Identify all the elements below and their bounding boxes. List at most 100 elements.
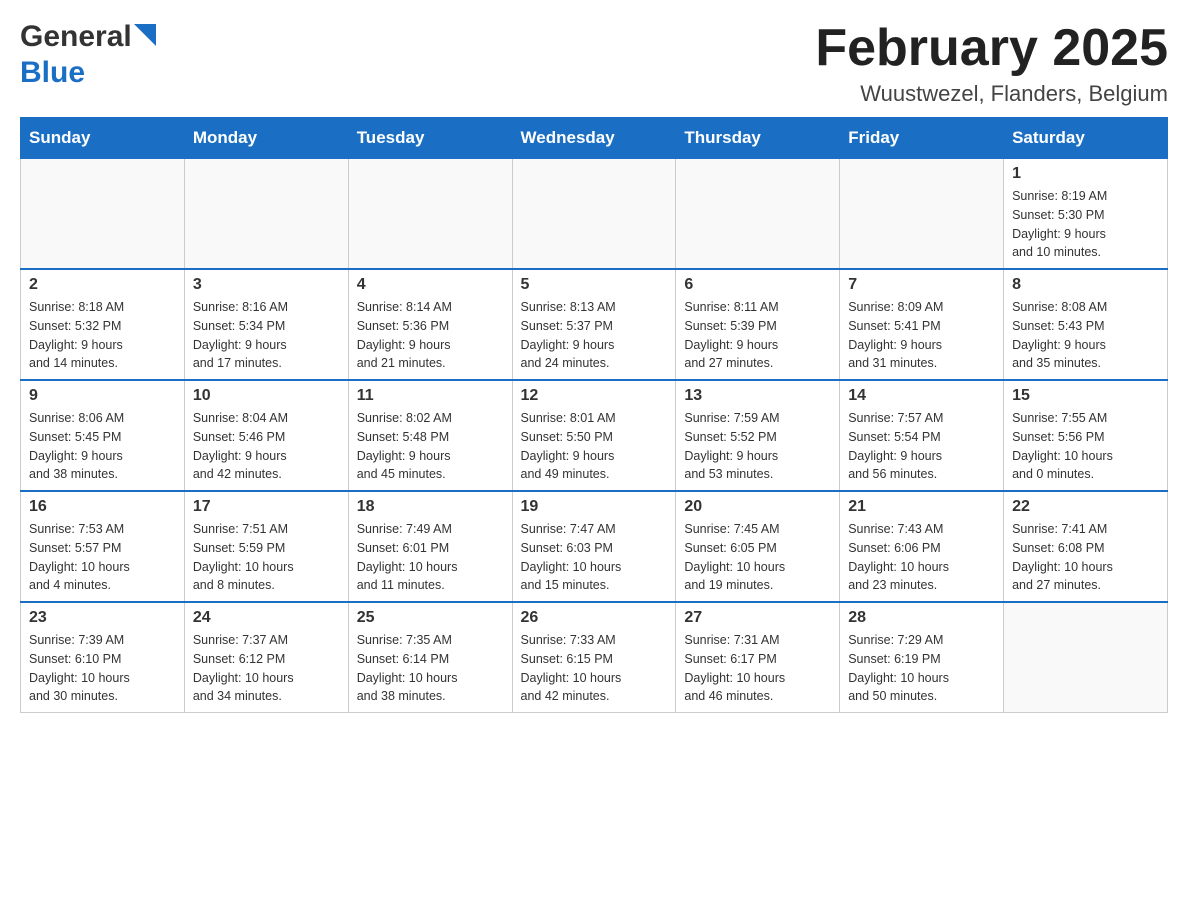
logo: General Blue (20, 20, 156, 90)
day-info: Sunrise: 8:18 AMSunset: 5:32 PMDaylight:… (29, 298, 176, 373)
calendar-day (1004, 602, 1168, 713)
day-number: 21 (848, 498, 995, 516)
calendar-week-row: 9 Sunrise: 8:06 AMSunset: 5:45 PMDaylight… (21, 380, 1168, 491)
day-info: Sunrise: 8:14 AMSunset: 5:36 PMDaylight:… (357, 298, 504, 373)
day-number: 25 (357, 609, 504, 627)
calendar-day: 23 Sunrise: 7:39 AMSunset: 6:10 PMDayligh… (21, 602, 185, 713)
calendar-day: 19 Sunrise: 7:47 AMSunset: 6:03 PMDayligh… (512, 491, 676, 602)
calendar-day: 27Sunrise: 7:31 AMSunset: 6:17 PMDayligh… (676, 602, 840, 713)
day-number: 12 (521, 387, 668, 405)
day-info: Sunrise: 8:02 AMSunset: 5:48 PMDaylight:… (357, 409, 504, 484)
day-info: Sunrise: 7:51 AMSunset: 5:59 PMDaylight:… (193, 520, 340, 595)
day-info: Sunrise: 7:29 AMSunset: 6:19 PMDaylight:… (848, 631, 995, 706)
calendar-header-tuesday: Tuesday (348, 118, 512, 159)
day-number: 2 (29, 276, 176, 294)
day-number: 3 (193, 276, 340, 294)
calendar-day: 22 Sunrise: 7:41 AMSunset: 6:08 PMDayligh… (1004, 491, 1168, 602)
calendar-day: 16 Sunrise: 7:53 AMSunset: 5:57 PMDayligh… (21, 491, 185, 602)
calendar-day (184, 159, 348, 270)
day-number: 26 (521, 609, 668, 627)
day-number: 10 (193, 387, 340, 405)
day-info: Sunrise: 8:19 AMSunset: 5:30 PMDaylight:… (1012, 187, 1159, 262)
day-number: 23 (29, 609, 176, 627)
day-info: Sunrise: 7:41 AMSunset: 6:08 PMDaylight:… (1012, 520, 1159, 595)
calendar-day: 24 Sunrise: 7:37 AMSunset: 6:12 PMDayligh… (184, 602, 348, 713)
day-number: 7 (848, 276, 995, 294)
calendar-day (348, 159, 512, 270)
calendar-day: 18 Sunrise: 7:49 AMSunset: 6:01 PMDayligh… (348, 491, 512, 602)
calendar-day: 4Sunrise: 8:14 AMSunset: 5:36 PMDaylight… (348, 269, 512, 380)
day-info: Sunrise: 7:49 AMSunset: 6:01 PMDaylight:… (357, 520, 504, 595)
day-info: Sunrise: 8:06 AMSunset: 5:45 PMDaylight:… (29, 409, 176, 484)
calendar-day: 8Sunrise: 8:08 AMSunset: 5:43 PMDaylight… (1004, 269, 1168, 380)
calendar-day: 2 Sunrise: 8:18 AMSunset: 5:32 PMDaylight… (21, 269, 185, 380)
day-info: Sunrise: 8:04 AMSunset: 5:46 PMDaylight:… (193, 409, 340, 484)
day-info: Sunrise: 7:43 AMSunset: 6:06 PMDaylight:… (848, 520, 995, 595)
day-number: 17 (193, 498, 340, 516)
calendar-day: 14 Sunrise: 7:57 AMSunset: 5:54 PMDayligh… (840, 380, 1004, 491)
calendar-day: 21 Sunrise: 7:43 AMSunset: 6:06 PMDayligh… (840, 491, 1004, 602)
calendar-day: 5Sunrise: 8:13 AMSunset: 5:37 PMDaylight… (512, 269, 676, 380)
day-number: 22 (1012, 498, 1159, 516)
calendar-day: 20 Sunrise: 7:45 AMSunset: 6:05 PMDayligh… (676, 491, 840, 602)
calendar-day (21, 159, 185, 270)
calendar-day (512, 159, 676, 270)
day-info: Sunrise: 8:09 AMSunset: 5:41 PMDaylight:… (848, 298, 995, 373)
calendar-header-sunday: Sunday (21, 118, 185, 159)
page-header: General Blue February 2025 Wuustwezel, F… (20, 20, 1168, 107)
day-number: 15 (1012, 387, 1159, 405)
day-number: 19 (521, 498, 668, 516)
day-info: Sunrise: 8:01 AMSunset: 5:50 PMDaylight:… (521, 409, 668, 484)
day-info: Sunrise: 7:39 AMSunset: 6:10 PMDaylight:… (29, 631, 176, 706)
calendar-day: 28 Sunrise: 7:29 AMSunset: 6:19 PMDayligh… (840, 602, 1004, 713)
calendar-day: 3 Sunrise: 8:16 AMSunset: 5:34 PMDaylight… (184, 269, 348, 380)
calendar-title: February 2025 (815, 20, 1168, 77)
calendar-day: 9 Sunrise: 8:06 AMSunset: 5:45 PMDaylight… (21, 380, 185, 491)
day-info: Sunrise: 7:35 AMSunset: 6:14 PMDaylight:… (357, 631, 504, 706)
calendar-day: 6 Sunrise: 8:11 AMSunset: 5:39 PMDaylight… (676, 269, 840, 380)
calendar-day: 13Sunrise: 7:59 AMSunset: 5:52 PMDayligh… (676, 380, 840, 491)
day-number: 11 (357, 387, 504, 405)
calendar-day (840, 159, 1004, 270)
logo-blue: Blue (20, 56, 85, 89)
day-number: 16 (29, 498, 176, 516)
calendar-day: 7 Sunrise: 8:09 AMSunset: 5:41 PMDaylight… (840, 269, 1004, 380)
calendar-day: 15 Sunrise: 7:55 AMSunset: 5:56 PMDayligh… (1004, 380, 1168, 491)
day-info: Sunrise: 7:37 AMSunset: 6:12 PMDaylight:… (193, 631, 340, 706)
day-number: 9 (29, 387, 176, 405)
day-number: 14 (848, 387, 995, 405)
day-number: 28 (848, 609, 995, 627)
day-number: 20 (684, 498, 831, 516)
calendar-subtitle: Wuustwezel, Flanders, Belgium (815, 81, 1168, 107)
calendar-week-row: 23 Sunrise: 7:39 AMSunset: 6:10 PMDayligh… (21, 602, 1168, 713)
day-info: Sunrise: 7:45 AMSunset: 6:05 PMDaylight:… (684, 520, 831, 595)
day-info: Sunrise: 7:57 AMSunset: 5:54 PMDaylight:… (848, 409, 995, 484)
day-number: 5 (521, 276, 668, 294)
calendar-table: SundayMondayTuesdayWednesdayThursdayFrid… (20, 117, 1168, 713)
day-number: 18 (357, 498, 504, 516)
day-info: Sunrise: 8:11 AMSunset: 5:39 PMDaylight:… (684, 298, 831, 373)
calendar-week-row: 2 Sunrise: 8:18 AMSunset: 5:32 PMDaylight… (21, 269, 1168, 380)
calendar-header-row: SundayMondayTuesdayWednesdayThursdayFrid… (21, 118, 1168, 159)
day-info: Sunrise: 7:31 AMSunset: 6:17 PMDaylight:… (684, 631, 831, 706)
day-info: Sunrise: 7:33 AMSunset: 6:15 PMDaylight:… (521, 631, 668, 706)
calendar-day: 11 Sunrise: 8:02 AMSunset: 5:48 PMDayligh… (348, 380, 512, 491)
day-info: Sunrise: 7:55 AMSunset: 5:56 PMDaylight:… (1012, 409, 1159, 484)
day-number: 8 (1012, 276, 1159, 294)
day-info: Sunrise: 8:16 AMSunset: 5:34 PMDaylight:… (193, 298, 340, 373)
day-info: Sunrise: 7:53 AMSunset: 5:57 PMDaylight:… (29, 520, 176, 595)
calendar-header-monday: Monday (184, 118, 348, 159)
logo-triangle-icon (134, 24, 156, 46)
day-number: 24 (193, 609, 340, 627)
calendar-day: 17 Sunrise: 7:51 AMSunset: 5:59 PMDayligh… (184, 491, 348, 602)
day-number: 6 (684, 276, 831, 294)
calendar-header-thursday: Thursday (676, 118, 840, 159)
calendar-day: 10 Sunrise: 8:04 AMSunset: 5:46 PMDayligh… (184, 380, 348, 491)
calendar-day: 12 Sunrise: 8:01 AMSunset: 5:50 PMDayligh… (512, 380, 676, 491)
calendar-day: 26 Sunrise: 7:33 AMSunset: 6:15 PMDayligh… (512, 602, 676, 713)
logo-general: General (20, 20, 132, 54)
calendar-day: 25 Sunrise: 7:35 AMSunset: 6:14 PMDayligh… (348, 602, 512, 713)
day-number: 1 (1012, 165, 1159, 183)
calendar-week-row: 16 Sunrise: 7:53 AMSunset: 5:57 PMDayligh… (21, 491, 1168, 602)
day-info: Sunrise: 7:47 AMSunset: 6:03 PMDaylight:… (521, 520, 668, 595)
